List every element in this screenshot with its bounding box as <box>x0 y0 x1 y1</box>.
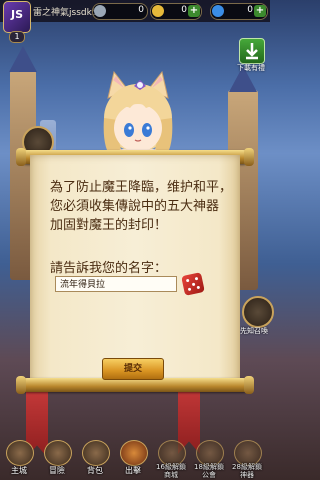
nav-sortie[interactable]: 出擊 <box>118 438 148 480</box>
nav-backpack[interactable]: 背包 <box>80 438 110 480</box>
nav-label: 28級解鎖 神器 <box>232 463 262 479</box>
story-line: 加固對魔王的封印！ <box>50 218 168 233</box>
player-level-badge: 1 <box>9 31 25 43</box>
main-city-icon <box>6 440 34 466</box>
nav-label: 18級解鎖 公會 <box>194 463 224 479</box>
name-prompt: 請告訴我您的名字： <box>50 261 168 276</box>
scroll-bottom-rod <box>16 376 254 394</box>
nav-adventure[interactable]: 冒險 <box>42 438 72 480</box>
gold-coin-icon <box>152 5 164 17</box>
sword-resource-value: 0 <box>138 5 144 15</box>
prophet-summon-label: 先知召喚 <box>240 327 268 335</box>
story-line: 您必須收集傳說中的五大神器 <box>50 199 220 214</box>
story-text: 為了防止魔王降臨，维护和平， 您必須收集傳說中的五大神器 加固對魔王的封印！ <box>50 178 235 235</box>
name-input[interactable]: 流年得貝拉 <box>55 276 177 292</box>
random-name-dice-button[interactable] <box>181 272 205 296</box>
nav-guild[interactable]: 18級解鎖 公會 <box>194 438 224 480</box>
nav-label: 主城 <box>11 466 27 475</box>
download-arrow-icon <box>246 43 258 60</box>
sword-resource: 0 <box>92 3 148 20</box>
nav-label: 冒險 <box>49 466 65 475</box>
nav-main-city[interactable]: 主城 <box>4 438 34 480</box>
adventure-icon <box>44 440 72 466</box>
sortie-icon <box>120 440 148 466</box>
gold-resource: 0 + <box>150 3 202 20</box>
gold-resource-value: 0 <box>181 5 187 15</box>
blue-gem-icon <box>212 5 224 17</box>
backpack-icon <box>82 440 110 466</box>
download-gift-button[interactable] <box>239 38 265 64</box>
download-gift-label: 下載有禮 <box>237 64 265 72</box>
player-name: 雷之神氣jssdk5 <box>33 8 98 18</box>
gem-resource: 0 + <box>210 3 268 20</box>
player-avatar[interactable]: JS <box>3 1 31 33</box>
nav-artifact[interactable]: 28級解鎖 神器 <box>232 438 262 480</box>
cat-girl-guide <box>103 70 173 158</box>
story-line: 為了防止魔王降臨，维护和平， <box>50 180 233 195</box>
nav-label: 16級解鎖 商城 <box>156 463 186 479</box>
gem-resource-value: 0 <box>247 5 253 15</box>
sword-icon <box>94 5 106 17</box>
submit-button[interactable]: 提交 <box>102 358 164 380</box>
prophet-summon-button[interactable] <box>242 296 274 328</box>
add-gem-button[interactable]: + <box>254 5 266 17</box>
nav-label: 出擊 <box>125 466 141 475</box>
nav-shop[interactable]: 16級解鎖 商城 <box>156 438 186 480</box>
add-gold-button[interactable]: + <box>188 5 200 17</box>
nav-label: 背包 <box>87 466 103 475</box>
